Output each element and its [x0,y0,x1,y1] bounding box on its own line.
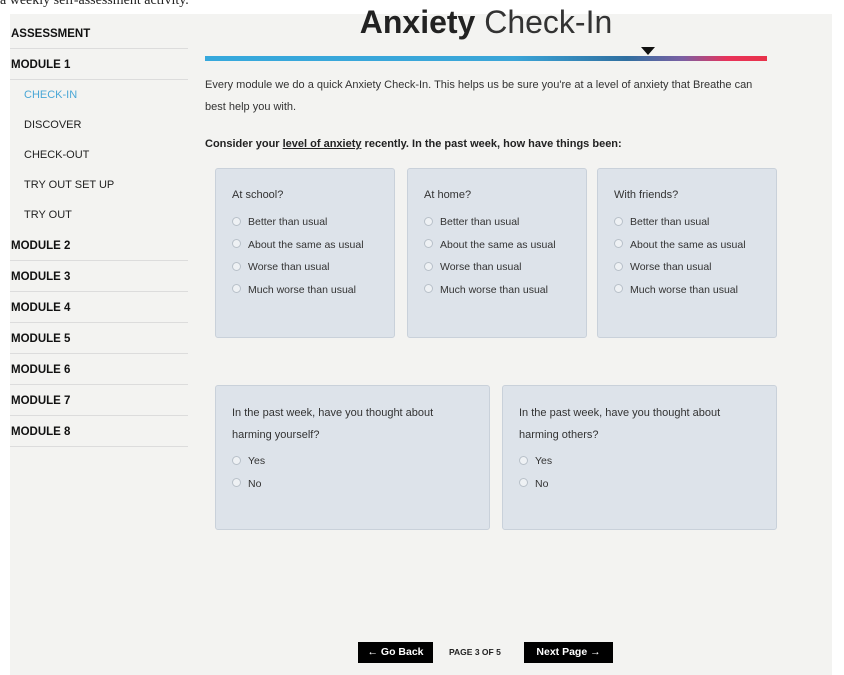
radio-option[interactable]: Much worse than usual [232,279,394,302]
sidebar-item-discover[interactable]: DISCOVER [10,110,188,140]
page-title-light: Check-In [484,4,613,40]
radio-label: No [535,477,549,490]
level-of-anxiety-link[interactable]: level of anxiety [283,138,362,150]
radio-option[interactable]: No [232,473,489,496]
sidebar-item-try-out[interactable]: TRY OUT [10,200,188,230]
radio-label: Better than usual [630,216,710,228]
radio-button-icon[interactable] [232,216,241,226]
progress-pointer-icon [641,47,655,55]
sidebar-nav: ASSESSMENT MODULE 1 CHECK-IN DISCOVER CHECK-… [10,18,188,447]
go-back-button[interactable]: ← Go Back [358,642,433,663]
context-card: At home? Better than usual About the same … [407,168,587,338]
radio-button-icon[interactable] [614,284,623,294]
radio-label: Much worse than usual [440,283,548,296]
page-indicator: PAGE 3 OF 5 [449,647,501,657]
radio-option[interactable]: Better than usual [424,211,586,234]
radio-option[interactable]: About the same as usual [614,234,776,257]
radio-label: Yes [535,455,553,467]
page-title-bold: Anxiety [359,4,476,40]
radio-option[interactable]: Much worse than usual [424,279,586,302]
sidebar-item-module-3[interactable]: MODULE 3 [10,261,188,292]
pager: ← Go Back PAGE 3 OF 5 Next Page → [10,642,832,664]
radio-button-icon[interactable] [424,239,433,249]
card-title: At school? [232,189,284,201]
card-title: With friends? [614,189,679,201]
sidebar-item-module-1[interactable]: MODULE 1 [10,49,188,80]
page-title: Anxiety Check-In [205,4,767,41]
card-title: At home? [424,189,472,201]
radio-option[interactable]: Worse than usual [614,256,776,279]
app-frame: ASSESSMENT MODULE 1 CHECK-IN DISCOVER CHECK-… [10,4,832,675]
radio-option[interactable]: No [519,473,776,496]
harm-question-text: In the past week, have you thought about… [519,407,721,441]
radio-button-icon[interactable] [614,261,623,271]
radio-label: Yes [248,455,266,467]
sidebar-item-module-8[interactable]: MODULE 8 [10,416,188,447]
radio-option[interactable]: About the same as usual [232,234,394,257]
harm-question-card: In the past week, have you thought about… [502,385,777,530]
sidebar-item-module-4[interactable]: MODULE 4 [10,292,188,323]
sidebar-item-module-7[interactable]: MODULE 7 [10,385,188,416]
sidebar-item-module-5[interactable]: MODULE 5 [10,323,188,354]
radio-button-icon[interactable] [614,216,623,226]
sidebar-item-check-in[interactable]: CHECK-IN [10,80,188,110]
radio-button-icon[interactable] [424,284,433,294]
intro-text: Every module we do a quick Anxiety Check… [205,79,753,113]
anxiety-gradient-bar [205,56,767,61]
sidebar-item-module-6[interactable]: MODULE 6 [10,354,188,385]
radio-option[interactable]: Yes [232,450,489,473]
context-card: With friends? Better than usual About the … [597,168,777,338]
radio-label: Much worse than usual [248,283,356,296]
harm-question-card: In the past week, have you thought about… [215,385,490,530]
radio-label: Worse than usual [630,261,712,273]
radio-button-icon[interactable] [424,216,433,226]
radio-button-icon[interactable] [232,239,241,249]
radio-button-icon[interactable] [232,455,241,465]
radio-button-icon[interactable] [232,261,241,271]
radio-label: Better than usual [248,216,328,228]
radio-label: Worse than usual [440,261,522,273]
anxiety-question: Consider your level of anxiety recently.… [205,138,767,150]
radio-label: About the same as usual [440,238,556,251]
sidebar-item-assessment[interactable]: ASSESSMENT [10,18,188,49]
harm-question-text: In the past week, have you thought about… [232,407,434,441]
radio-option[interactable]: Worse than usual [424,256,586,279]
radio-button-icon[interactable] [614,239,623,249]
radio-option[interactable]: Yes [519,450,776,473]
radio-label: No [248,477,262,490]
radio-label: Better than usual [440,216,520,228]
radio-option[interactable]: About the same as usual [424,234,586,257]
page-caption: a weekly self-assessment activity. [0,0,189,8]
radio-button-icon[interactable] [232,478,241,488]
question-prefix: Consider your [205,138,283,150]
sidebar-item-try-out-set-up[interactable]: TRY OUT SET UP [10,170,188,200]
next-page-button[interactable]: Next Page → [524,642,613,663]
radio-option[interactable]: Better than usual [232,211,394,234]
radio-button-icon[interactable] [232,284,241,294]
sidebar-item-module-2[interactable]: MODULE 2 [10,230,188,261]
radio-option[interactable]: Worse than usual [232,256,394,279]
radio-button-icon[interactable] [519,478,528,488]
question-suffix: recently. In the past week, how have thi… [361,138,622,150]
radio-label: Much worse than usual [630,283,738,296]
radio-button-icon[interactable] [519,455,528,465]
radio-button-icon[interactable] [424,261,433,271]
radio-option[interactable]: Much worse than usual [614,279,776,302]
radio-label: About the same as usual [248,238,364,251]
sidebar-item-check-out[interactable]: CHECK-OUT [10,140,188,170]
context-card: At school? Better than usual About the sam… [215,168,395,338]
radio-label: Worse than usual [248,261,330,273]
radio-label: About the same as usual [630,238,746,251]
radio-option[interactable]: Better than usual [614,211,776,234]
